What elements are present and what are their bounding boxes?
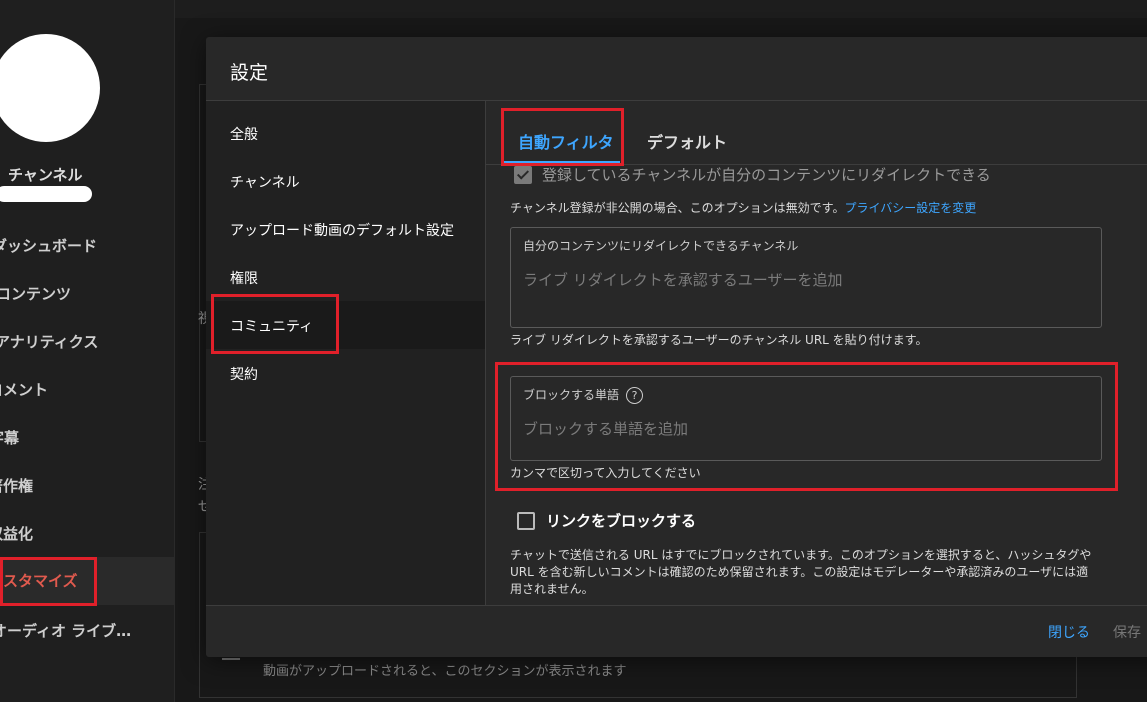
redirect-channels-field[interactable]: 自分のコンテンツにリダイレクトできるチャンネル ライブ リダイレクトを承認するユ… [510, 227, 1102, 328]
redirect-field-input[interactable]: ライブ リダイレクトを承認するユーザーを追加 [523, 269, 842, 290]
blocked-words-label: ブロックする単語 [523, 388, 620, 402]
blocked-words-input[interactable]: ブロックする単語を追加 [523, 418, 688, 439]
sidebar-item-comments[interactable]: コメント [0, 379, 48, 400]
settings-nav-community[interactable]: コミュニティ [206, 301, 485, 349]
sidebar-divider [174, 0, 175, 702]
help-icon[interactable]: ? [626, 387, 644, 404]
nav-label: 全般 [230, 127, 258, 143]
sidebar-item-subtitles[interactable]: 字幕 [0, 427, 19, 448]
block-links-label: リンクをブロックする [546, 512, 697, 530]
block-links-description: チャットで送信される URL はすでにブロックされています。このオプションを選択… [510, 548, 1092, 562]
redirect-field-label: 自分のコンテンツにリダイレクトできるチャンネル [523, 239, 799, 253]
settings-nav: 全般 チャンネル アップロード動画のデフォルト設定 権限 コミュニティ 契約 [206, 101, 485, 605]
tab-auto-filter[interactable]: 自動フィルタ [518, 129, 614, 153]
privacy-settings-link[interactable]: プライバシー設定を変更 [844, 201, 976, 215]
settings-nav-general[interactable]: 全般 [206, 109, 485, 157]
dash-icon [222, 658, 240, 660]
settings-dialog: 設定 全般 チャンネル アップロード動画のデフォルト設定 権限 コミュニティ 契… [206, 37, 1147, 657]
tab-defaults[interactable]: デフォルト [647, 129, 727, 153]
nav-label: 権限 [230, 271, 258, 287]
divider [206, 605, 1147, 606]
redirect-checkbox[interactable] [514, 166, 532, 184]
blocked-words-field[interactable]: ブロックする単語? ブロックする単語を追加 [510, 376, 1102, 461]
sidebar-item-monetization[interactable]: 収益化 [0, 523, 33, 544]
close-button[interactable]: 閉じる [1048, 622, 1090, 642]
settings-nav-channel[interactable]: チャンネル [206, 157, 485, 205]
settings-nav-permissions[interactable]: 権限 [206, 253, 485, 301]
sidebar-item-customize[interactable]: カスタマイズ [0, 570, 78, 591]
blocked-words-label-row: ブロックする単語? [523, 386, 644, 404]
nav-label: コミュニティ [230, 319, 314, 335]
settings-nav-agreements[interactable]: 契約 [206, 349, 485, 397]
block-links-description: URL を含む新しいコメントは確認のため保留されます。この設定はモデレーターや承… [510, 565, 1089, 579]
studio-topbar [175, 0, 1147, 18]
block-links-checkbox[interactable] [517, 512, 535, 530]
sidebar-item-analytics[interactable]: アナリティクス [0, 331, 98, 352]
dialog-title: 設定 [230, 62, 269, 84]
sidebar-item-audio-library[interactable]: オーディオ ライブ… [0, 620, 131, 641]
redirect-field-help: ライブ リダイレクトを承認するユーザーのチャンネル URL を貼り付けます。 [510, 333, 928, 347]
nav-label: 契約 [230, 367, 258, 383]
sidebar-item-content[interactable]: コンテンツ [0, 283, 71, 304]
nav-label: チャンネル [230, 175, 300, 191]
sidebar-item-dashboard[interactable]: ダッシュボード [0, 235, 97, 256]
blocked-words-help: カンマで区切って入力してください [510, 466, 701, 480]
settings-nav-upload-defaults[interactable]: アップロード動画のデフォルト設定 [206, 205, 485, 253]
block-links-description: 用されません。 [510, 582, 594, 596]
channel-label: チャンネル [8, 166, 83, 184]
channel-name-redacted [0, 186, 92, 202]
sidebar-item-copyright[interactable]: 著作権 [0, 475, 33, 496]
nav-label: アップロード動画のデフォルト設定 [230, 223, 454, 239]
upload-hint: 動画がアップロードされると、このセクションが表示されます [263, 664, 627, 679]
redirect-note: チャンネル登録が非公開の場合、このオプションは無効です。プライバシー設定を変更 [510, 199, 976, 216]
redirect-note-text: チャンネル登録が非公開の場合、このオプションは無効です。 [510, 201, 845, 215]
auto-filter-panel: 登録しているチャンネルが自分のコンテンツにリダイレクトできる チャンネル登録が非… [486, 165, 1147, 605]
save-button[interactable]: 保存 [1113, 622, 1141, 642]
redirect-checkbox-label: 登録しているチャンネルが自分のコンテンツにリダイレクトできる [542, 166, 991, 184]
